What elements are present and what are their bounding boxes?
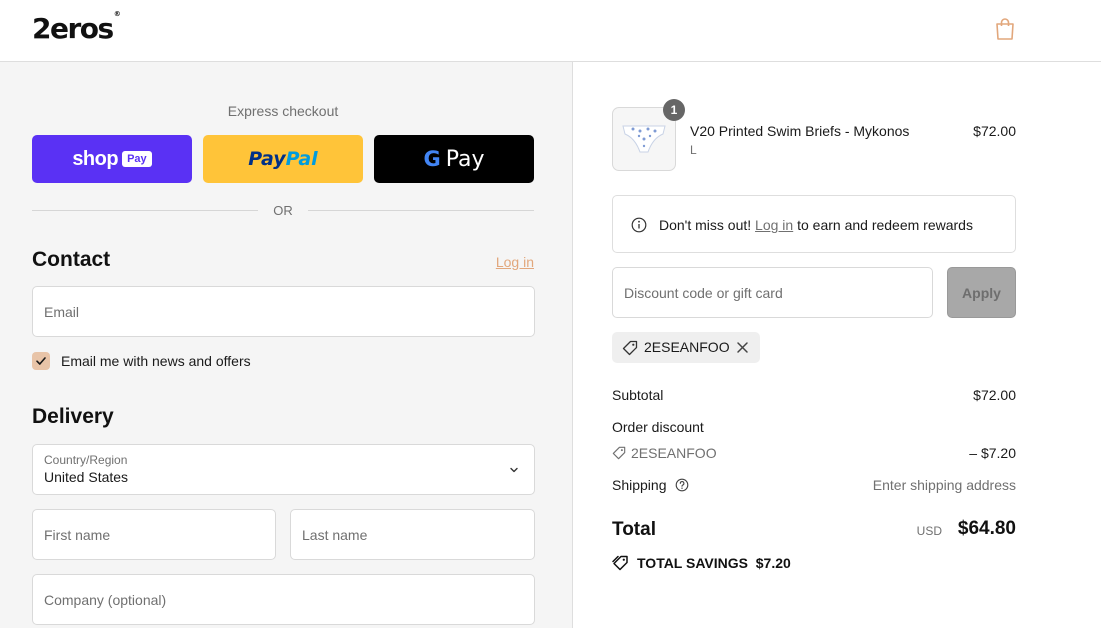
rewards-text-tail: to earn and redeem rewards bbox=[797, 217, 973, 233]
rewards-text: Don't miss out! Log in to earn and redee… bbox=[659, 217, 973, 233]
checkmark-icon bbox=[36, 357, 46, 365]
quantity-badge: 1 bbox=[663, 99, 685, 121]
company-input[interactable] bbox=[33, 575, 534, 624]
first-name-input[interactable] bbox=[33, 510, 275, 559]
subtotal-label: Subtotal bbox=[612, 387, 664, 403]
product-price: $72.00 bbox=[973, 123, 1016, 139]
paypal-wordmark-pal: Pal bbox=[285, 148, 318, 170]
discount-code-input[interactable] bbox=[613, 268, 932, 317]
applied-discount-chip: 2ESEANFOO bbox=[612, 332, 760, 363]
checkout-form-column: Express checkout shop Pay PayPal G Pay O… bbox=[0, 62, 573, 628]
product-thumbnail: 1 bbox=[612, 99, 685, 171]
divider-left bbox=[32, 210, 258, 211]
total-value: $64.80 bbox=[957, 518, 1016, 539]
order-discount-code: 2ESEANFOO bbox=[631, 445, 717, 461]
rewards-text-lead: Don't miss out! bbox=[659, 217, 752, 233]
last-name-input[interactable] bbox=[291, 510, 534, 559]
contact-heading: Contact bbox=[32, 248, 111, 271]
discount-tag-icon bbox=[612, 446, 626, 460]
first-name-field bbox=[32, 509, 276, 560]
chevron-down-icon bbox=[510, 467, 518, 473]
checkout-header: 2eros® bbox=[0, 0, 1101, 62]
registered-mark: ® bbox=[113, 9, 121, 18]
apply-discount-button[interactable]: Apply bbox=[947, 267, 1016, 318]
shipping-value: Enter shipping address bbox=[872, 477, 1016, 493]
total-label: Total bbox=[612, 519, 656, 540]
last-name-field bbox=[290, 509, 535, 560]
shop-pay-button[interactable]: shop Pay bbox=[32, 135, 192, 183]
or-divider-label: OR bbox=[273, 203, 293, 218]
paypal-wordmark: PayPal bbox=[248, 148, 317, 170]
currency-code: USD bbox=[916, 524, 942, 538]
order-discount-label: Order discount bbox=[612, 419, 704, 435]
product-name: V20 Printed Swim Briefs - Mykonos bbox=[690, 123, 910, 139]
shipping-label: Shipping bbox=[612, 477, 667, 493]
savings-tag-icon bbox=[612, 555, 628, 571]
product-variant: L bbox=[690, 143, 697, 157]
google-pay-wordmark: Pay bbox=[445, 146, 485, 172]
google-pay-button[interactable]: G Pay bbox=[374, 135, 534, 183]
shop-pay-badge: Pay bbox=[122, 151, 152, 167]
country-select-value: United States bbox=[44, 469, 129, 485]
discount-field bbox=[612, 267, 933, 318]
shopping-bag-icon[interactable] bbox=[994, 17, 1016, 41]
rewards-login-link[interactable]: Log in bbox=[755, 217, 793, 233]
brand-logo[interactable]: 2eros® bbox=[32, 9, 121, 45]
subtotal-value: $72.00 bbox=[973, 387, 1016, 403]
total-savings: TOTAL SAVINGS $7.20 bbox=[637, 555, 791, 571]
paypal-button[interactable]: PayPal bbox=[203, 135, 363, 183]
total-savings-value: $7.20 bbox=[755, 555, 791, 571]
order-discount-value: – $7.20 bbox=[969, 445, 1016, 461]
newsletter-label: Email me with news and offers bbox=[61, 353, 251, 369]
divider-right bbox=[308, 210, 534, 211]
company-field bbox=[32, 574, 535, 625]
order-summary-column: 1 V20 Printed Swim Briefs - Mykonos L $7… bbox=[574, 62, 1101, 628]
shop-pay-wordmark: shop bbox=[72, 147, 119, 170]
delivery-heading: Delivery bbox=[32, 405, 114, 428]
login-link[interactable]: Log in bbox=[480, 254, 534, 270]
tag-icon bbox=[622, 340, 638, 356]
help-icon[interactable] bbox=[675, 478, 689, 492]
google-g-icon: G bbox=[423, 147, 441, 171]
country-select[interactable]: Country/Region United States bbox=[32, 444, 535, 495]
brand-logo-text: 2eros bbox=[32, 12, 114, 45]
total-savings-label: TOTAL SAVINGS bbox=[637, 555, 748, 571]
applied-discount-code: 2ESEANFOO bbox=[644, 339, 730, 355]
email-field bbox=[32, 286, 535, 337]
rewards-banner: Don't miss out! Log in to earn and redee… bbox=[612, 195, 1016, 253]
country-select-label: Country/Region bbox=[44, 453, 128, 467]
remove-discount-icon[interactable] bbox=[736, 341, 749, 354]
newsletter-checkbox[interactable] bbox=[32, 352, 50, 370]
express-checkout-title: Express checkout bbox=[227, 103, 339, 119]
email-input[interactable] bbox=[33, 287, 534, 336]
info-icon bbox=[631, 217, 647, 233]
paypal-wordmark-pay: Pay bbox=[248, 148, 286, 170]
